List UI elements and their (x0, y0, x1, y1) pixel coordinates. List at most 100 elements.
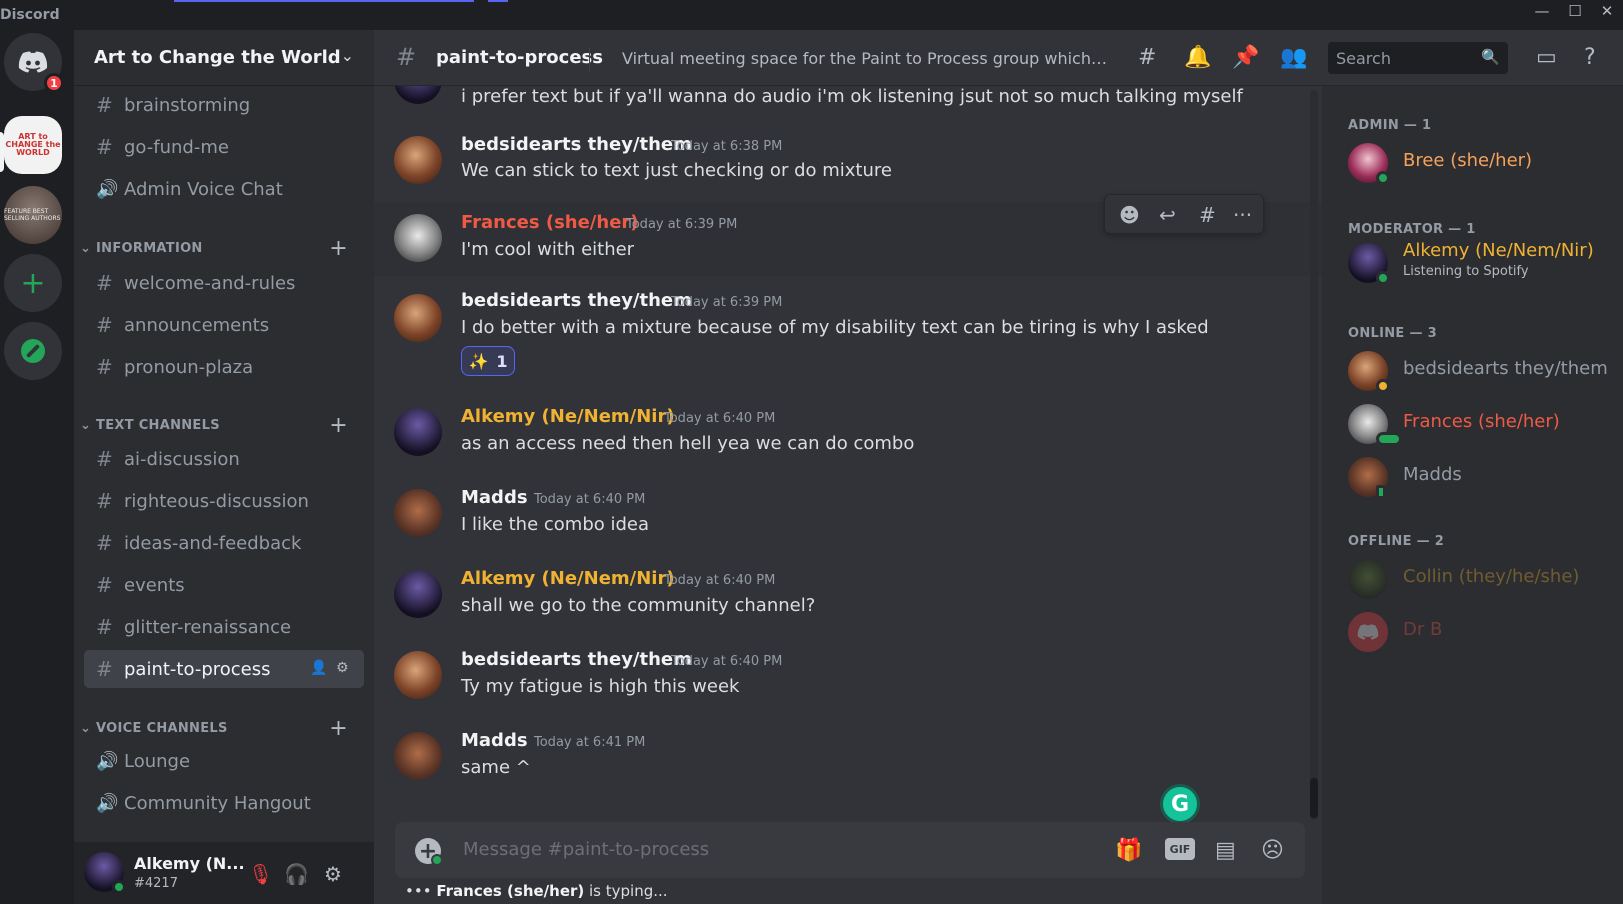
reply-icon[interactable]: ↩ (1159, 203, 1176, 227)
message[interactable]: i prefer text but if ya'll wanna do audi… (374, 86, 1322, 116)
add-server-button[interactable]: + (4, 254, 62, 312)
search-input[interactable]: Search 🔍 (1328, 42, 1508, 74)
avatar[interactable] (394, 294, 442, 342)
message-content: I'm cool with either (461, 239, 635, 260)
gear-icon[interactable]: ⚙ (336, 660, 349, 676)
member-bree[interactable]: Bree (she/her) (1348, 140, 1618, 186)
category-information[interactable]: ⌄ INFORMATION + (80, 236, 368, 261)
message[interactable]: Alkemy (Ne/Nem/Nir) Today at 6:40 PM as … (374, 406, 1322, 466)
bell-icon[interactable]: 🔔 (1184, 45, 1211, 70)
channel-announcements[interactable]: # announcements (84, 306, 364, 344)
server-art-to-change-the-world[interactable]: ART to CHANGE the WORLD (4, 116, 62, 174)
scrollbar-thumb[interactable] (1310, 778, 1318, 818)
hash-icon: # (96, 313, 113, 337)
create-channel-icon[interactable]: + (329, 716, 348, 741)
message[interactable]: Madds Today at 6:41 PM same ^ (374, 730, 1322, 790)
help-icon[interactable]: ? (1584, 45, 1596, 70)
microphone-muted-icon[interactable]: 🎙 (248, 862, 273, 886)
message-author[interactable]: Madds (461, 487, 528, 508)
member-madds[interactable]: Madds (1348, 454, 1618, 500)
category-voice-channels[interactable]: ⌄ VOICE CHANNELS + (80, 716, 368, 741)
channel-brainstorming[interactable]: # brainstorming (84, 86, 364, 124)
message-author[interactable]: Alkemy (Ne/Nem/Nir) (461, 568, 675, 589)
member-group-label: MODERATOR — 1 (1348, 222, 1476, 237)
scrollbar-track[interactable] (1310, 90, 1318, 820)
member-alkemy[interactable]: Alkemy (Ne/Nem/Nir) Listening to Spotify (1348, 240, 1618, 286)
channel-ai-discussion[interactable]: # ai-discussion (84, 440, 364, 478)
threads-icon[interactable]: # (1138, 45, 1156, 70)
online-status-icon (431, 854, 443, 866)
message-author[interactable]: bedsidearts they/them (461, 290, 692, 311)
message-composer[interactable]: + Message #paint-to-process 🎁 GIF ▤ ☹ (395, 822, 1305, 878)
member-list-icon[interactable]: 👥 (1280, 45, 1307, 70)
message-actions-toolbar: ☻ ↩ # ··· (1104, 194, 1264, 234)
member-bedsidearts[interactable]: bedsidearts they/them (1348, 348, 1618, 394)
channel-admin-voice-chat[interactable]: 🔊 Admin Voice Chat (84, 170, 364, 208)
avatar[interactable] (394, 86, 442, 104)
more-options-icon[interactable]: ··· (1233, 203, 1252, 227)
sticker-icon[interactable]: ▤ (1215, 838, 1236, 863)
message-author[interactable]: bedsidearts they/them (461, 649, 692, 670)
channel-ideas-and-feedback[interactable]: # ideas-and-feedback (84, 524, 364, 562)
create-invite-icon[interactable]: 👤 (310, 660, 327, 676)
channel-paint-to-process[interactable]: # paint-to-process 👤 ⚙ (84, 650, 364, 688)
member-dr-b[interactable]: Dr B (1348, 609, 1618, 655)
avatar[interactable] (394, 408, 442, 456)
avatar[interactable] (394, 651, 442, 699)
channel-welcome-and-rules[interactable]: # welcome-and-rules (84, 264, 364, 302)
gear-icon[interactable]: ⚙ (324, 862, 342, 886)
channel-lounge[interactable]: 🔊 Lounge (84, 742, 364, 780)
home-button[interactable]: 1 (4, 33, 64, 93)
channel-name: ai-discussion (124, 448, 240, 470)
message[interactable]: bedsidearts they/them Today at 6:38 PM W… (374, 134, 1322, 194)
grammarly-icon[interactable]: G (1160, 784, 1200, 824)
message[interactable]: bedsidearts they/them Today at 6:39 PM I… (374, 290, 1322, 386)
avatar[interactable] (394, 214, 442, 262)
avatar[interactable] (394, 732, 442, 780)
member-collin[interactable]: Collin (they/he/she) (1348, 556, 1618, 602)
message-input[interactable]: Message #paint-to-process (463, 839, 709, 860)
add-reaction-icon[interactable]: ☻ (1119, 203, 1140, 227)
channel-pronoun-plaza[interactable]: # pronoun-plaza (84, 348, 364, 386)
avatar[interactable] (394, 570, 442, 618)
message-author[interactable]: bedsidearts they/them (461, 134, 692, 155)
reaction-button[interactable]: ✨ 1 (461, 346, 515, 376)
explore-servers-button[interactable] (4, 322, 62, 380)
message-author[interactable]: Alkemy (Ne/Nem/Nir) (461, 406, 675, 427)
server-featured-authors[interactable]: FEATURE BEST SELLING AUTHORS (4, 186, 62, 244)
close-button[interactable]: ✕ (1592, 2, 1622, 20)
message-author[interactable]: Frances (she/her) (461, 212, 639, 233)
create-thread-icon[interactable]: # (1199, 203, 1216, 227)
thread-hash-icon: # (96, 615, 113, 639)
channel-go-fund-me[interactable]: # go-fund-me (84, 128, 364, 166)
gift-icon[interactable]: 🎁 (1115, 838, 1142, 863)
category-label: ⌄ VOICE CHANNELS (80, 720, 228, 736)
avatar[interactable] (394, 489, 442, 537)
headphones-icon[interactable]: 🎧 (284, 862, 309, 886)
create-channel-icon[interactable]: + (329, 236, 348, 261)
speaker-icon: 🔊 (96, 792, 119, 814)
typing-status-icon (1376, 432, 1402, 446)
message[interactable]: bedsidearts they/them Today at 6:40 PM T… (374, 649, 1322, 709)
server-header[interactable]: Art to Change the World ⌄ (74, 30, 374, 86)
create-channel-icon[interactable]: + (329, 413, 348, 438)
message-timestamp: Today at 6:39 PM (671, 295, 783, 310)
message[interactable]: Madds Today at 6:40 PM I like the combo … (374, 487, 1322, 547)
channel-community-hangout[interactable]: 🔊 Community Hangout (84, 784, 364, 822)
avatar[interactable] (394, 136, 442, 184)
emoji-icon[interactable]: ☹ (1261, 838, 1284, 863)
message-author[interactable]: Madds (461, 730, 528, 751)
message[interactable]: Alkemy (Ne/Nem/Nir) Today at 6:40 PM sha… (374, 568, 1322, 628)
discord-logo-icon (1357, 624, 1379, 640)
pin-icon[interactable]: 📌 (1232, 45, 1259, 70)
maximize-button[interactable]: ☐ (1560, 2, 1590, 20)
channel-righteous-discussion[interactable]: # righteous-discussion (84, 482, 364, 520)
gif-button[interactable]: GIF (1165, 838, 1195, 860)
channel-events[interactable]: # events (84, 566, 364, 604)
channel-glitter-renaissance[interactable]: # glitter-renaissance (84, 608, 364, 646)
channel-topic[interactable]: Virtual meeting space for the Paint to P… (622, 49, 1112, 68)
member-frances[interactable]: Frances (she/her) (1348, 401, 1618, 447)
inbox-icon[interactable]: ▭ (1536, 45, 1557, 70)
category-text-channels[interactable]: ⌄ TEXT CHANNELS + (80, 413, 368, 438)
minimize-button[interactable]: — (1527, 2, 1557, 20)
